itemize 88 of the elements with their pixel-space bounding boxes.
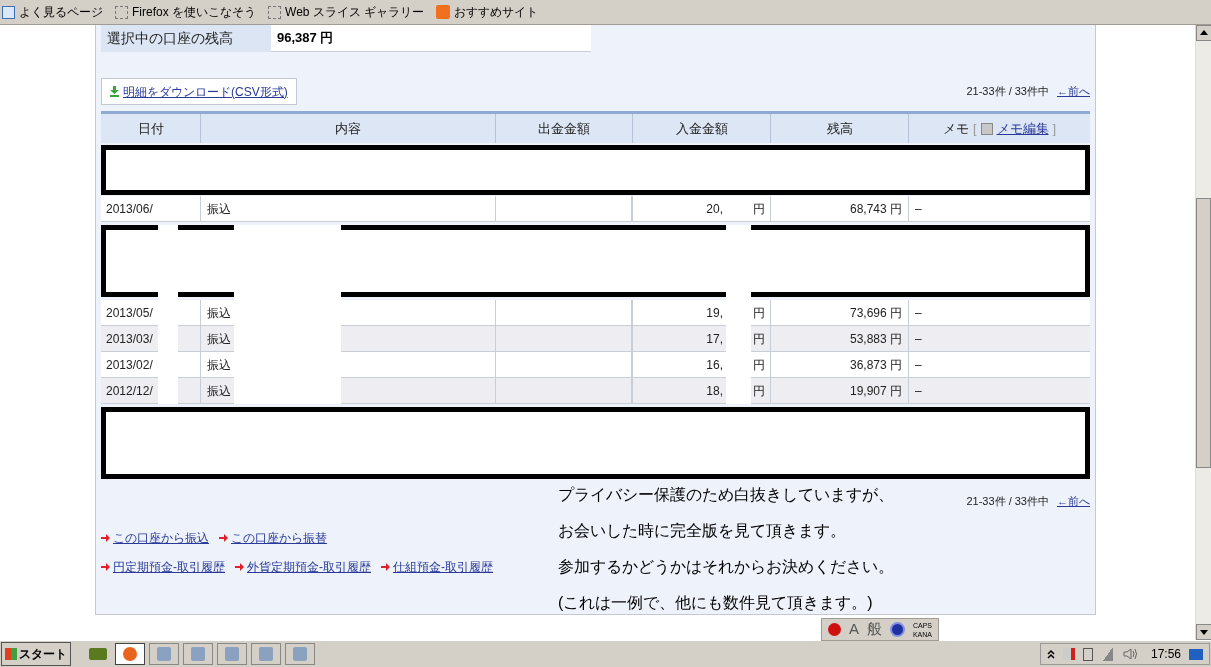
column-header: 内容 xyxy=(201,114,496,143)
balance-cell-text: 19,907 円 xyxy=(849,382,902,400)
device-icon[interactable] xyxy=(1082,647,1093,661)
expand-icon[interactable] xyxy=(1046,649,1055,659)
yen-label: 円 xyxy=(753,382,765,400)
balance-cell-text: 73,696 円 xyxy=(849,304,902,322)
footer-link[interactable]: 外貨定期預金-取引履歴 xyxy=(247,558,371,576)
previous-link[interactable]: ←前へ xyxy=(1057,493,1090,614)
footer-link[interactable]: 円定期預金-取引履歴 xyxy=(113,558,225,576)
amount-cell-text: 20, xyxy=(706,200,723,218)
arrow-icon xyxy=(101,563,110,571)
notice-text: お会いした時に完全版を見て頂きます。 xyxy=(558,521,847,541)
column-header: 出金金額 xyxy=(496,114,633,143)
conversion-mode[interactable]: 般 xyxy=(866,618,882,641)
page-icon xyxy=(268,5,281,19)
date-cell-text: 2013/02/ xyxy=(106,356,153,374)
yen-label: 円 xyxy=(753,304,765,322)
clock[interactable]: 17:56 xyxy=(1150,645,1181,663)
date-cell-text: 2013/03/ xyxy=(106,330,153,348)
memo-cell-text: – xyxy=(915,330,922,348)
memo-edit-link[interactable]: メモ編集 xyxy=(996,118,1049,139)
content-cell-text: 振込 xyxy=(207,330,231,348)
arrow-icon xyxy=(219,534,228,542)
previous-link[interactable]: ←前へ xyxy=(1057,82,1090,99)
scroll-down-button[interactable] xyxy=(1196,624,1211,640)
column-header: 日付 xyxy=(101,114,201,143)
arrow-icon xyxy=(235,563,244,571)
ime-icon xyxy=(827,623,841,636)
content-cell-text: 振込 xyxy=(207,382,231,400)
yen-label: 円 xyxy=(753,330,765,348)
taskbar-app-icon[interactable] xyxy=(183,643,213,665)
taskbar-app-icon[interactable] xyxy=(217,643,247,665)
page-range: 21-33件 / 33件中 xyxy=(966,83,1049,99)
edit-icon xyxy=(980,122,993,135)
taskbar-app-icon[interactable] xyxy=(251,643,281,665)
memo-cell-text: – xyxy=(915,356,922,374)
desktop-icon[interactable] xyxy=(1189,648,1203,660)
balance-value: 96,387 円 xyxy=(271,25,591,52)
content-cell-text: 振込 xyxy=(207,200,231,218)
speaker-icon[interactable] xyxy=(1122,648,1137,660)
memo-cell-text: – xyxy=(915,200,922,218)
bookmark-link[interactable]: Firefox を使いこなそう xyxy=(115,3,256,21)
taskbar-app-icon[interactable] xyxy=(285,643,315,665)
notice-text: (これは一例で、他にも数件見て頂きます。) xyxy=(558,593,874,613)
notice-text: プライバシー保護のため白抜きしていますが、 xyxy=(558,485,895,505)
amount-cell-text: 18, xyxy=(706,382,723,400)
footer-link[interactable]: この口座から振込 xyxy=(113,529,209,547)
scroll-thumb[interactable] xyxy=(1196,197,1211,468)
amount-cell-text: 19, xyxy=(706,304,723,322)
start-button[interactable]: スタート xyxy=(1,642,71,666)
balance-cell-text: 53,883 円 xyxy=(849,330,902,348)
footer-link[interactable]: 仕組預金-取引履歴 xyxy=(393,558,493,576)
balance-cell-text: 68,743 円 xyxy=(849,200,902,218)
column-header: 残高 xyxy=(771,114,909,143)
date-cell-text: 2012/12/ xyxy=(106,382,153,400)
input-mode[interactable]: A xyxy=(848,618,859,641)
arrow-icon xyxy=(381,563,390,571)
scroll-up-button[interactable] xyxy=(1196,25,1211,41)
page-icon xyxy=(115,5,128,19)
content-cell-text: 振込 xyxy=(207,356,231,374)
balance-cell-text: 36,873 円 xyxy=(849,356,902,374)
date-cell-text: 2013/06/ xyxy=(106,200,153,218)
download-icon xyxy=(110,86,119,97)
column-header: 入金金額 xyxy=(633,114,771,143)
arrow-icon xyxy=(101,534,110,542)
help-icon[interactable] xyxy=(889,622,905,637)
page-range: 21-33件 / 33件中 xyxy=(966,494,1049,509)
bookmark-link[interactable]: Web スライス ギャラリー xyxy=(268,3,425,21)
download-button[interactable]: 明細をダウンロード(CSV形式) xyxy=(101,78,297,105)
scrollbar[interactable] xyxy=(1195,25,1211,640)
browser-icon[interactable] xyxy=(115,643,145,665)
content-cell-text: 振込 xyxy=(207,304,231,322)
footer-link[interactable]: この口座から振替 xyxy=(231,529,327,547)
bracket: [ xyxy=(972,119,977,138)
date-cell-text: 2013/05/ xyxy=(106,304,153,322)
notice-text: 参加するかどうかはそれからお決めください。 xyxy=(558,557,895,577)
memo-cell-text: – xyxy=(915,304,922,322)
yen-label: 円 xyxy=(753,356,765,374)
balance-label: 選択中の口座の残高 xyxy=(101,25,271,52)
amount-cell-text: 16, xyxy=(706,356,723,374)
signal-icon[interactable] xyxy=(1102,647,1113,661)
yen-label: 円 xyxy=(753,200,765,218)
bracket: ] xyxy=(1052,119,1057,138)
memo-cell-text: – xyxy=(915,382,922,400)
amount-cell-text: 17, xyxy=(706,330,723,348)
bookmark-link[interactable]: おすすめサイト xyxy=(436,3,539,21)
bookmark-link[interactable]: よく見るページ xyxy=(2,3,103,21)
memo-header-label: メモ xyxy=(942,119,969,138)
